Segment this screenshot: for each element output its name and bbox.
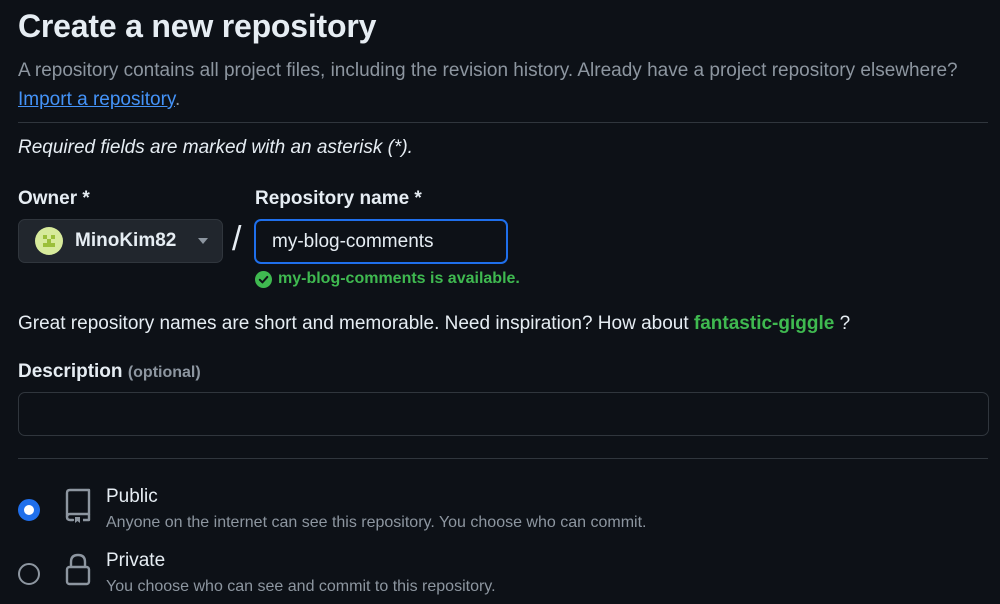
- check-circle-icon: [255, 270, 272, 288]
- private-option-title: Private: [106, 550, 166, 571]
- lock-icon: [65, 553, 91, 586]
- chevron-down-icon: [198, 238, 208, 244]
- required-fields-note: Required fields are marked with an aster…: [18, 137, 413, 158]
- create-repo-page: Create a new repository A repository con…: [0, 0, 1000, 604]
- repo-name-input[interactable]: [254, 219, 508, 264]
- public-option-title: Public: [106, 486, 158, 507]
- suggestion-text: Great repository names are short and mem…: [18, 313, 689, 334]
- owner-name: MinoKim82: [75, 230, 177, 251]
- owner-dropdown[interactable]: MinoKim82: [18, 219, 223, 263]
- visibility-divider: [18, 458, 988, 459]
- avatar: [35, 227, 63, 255]
- public-option-desc: Anyone on the internet can see this repo…: [106, 514, 647, 531]
- intro-body: A repository contains all project files,…: [18, 60, 958, 81]
- intro-text: A repository contains all project files,…: [18, 56, 978, 114]
- identicon-icon: [39, 231, 59, 251]
- header-divider: [18, 122, 988, 123]
- suggestion-tail: ?: [839, 313, 851, 334]
- page-title: Create a new repository: [18, 8, 377, 44]
- public-radio[interactable]: [18, 499, 40, 521]
- repo-name-label: Repository name *: [255, 188, 422, 209]
- availability-text: my-blog-comments is available.: [278, 270, 520, 287]
- name-suggestion: Great repository names are short and mem…: [18, 313, 850, 335]
- private-option-desc: You choose who can see and commit to thi…: [106, 578, 496, 595]
- description-label: Description: [18, 361, 123, 382]
- owner-repo-separator: /: [232, 220, 242, 258]
- optional-hint: (optional): [127, 364, 201, 381]
- owner-label: Owner *: [18, 188, 90, 209]
- availability-status: my-blog-comments is available.: [255, 270, 520, 288]
- description-input[interactable]: [18, 392, 989, 436]
- description-label-row: Description (optional): [18, 361, 201, 383]
- private-radio[interactable]: [18, 563, 40, 585]
- import-repository-link[interactable]: Import a repository: [18, 89, 175, 110]
- intro-tail: .: [174, 89, 181, 110]
- repo-icon: [65, 488, 91, 523]
- suggested-name-button[interactable]: fantastic-giggle: [694, 313, 834, 334]
